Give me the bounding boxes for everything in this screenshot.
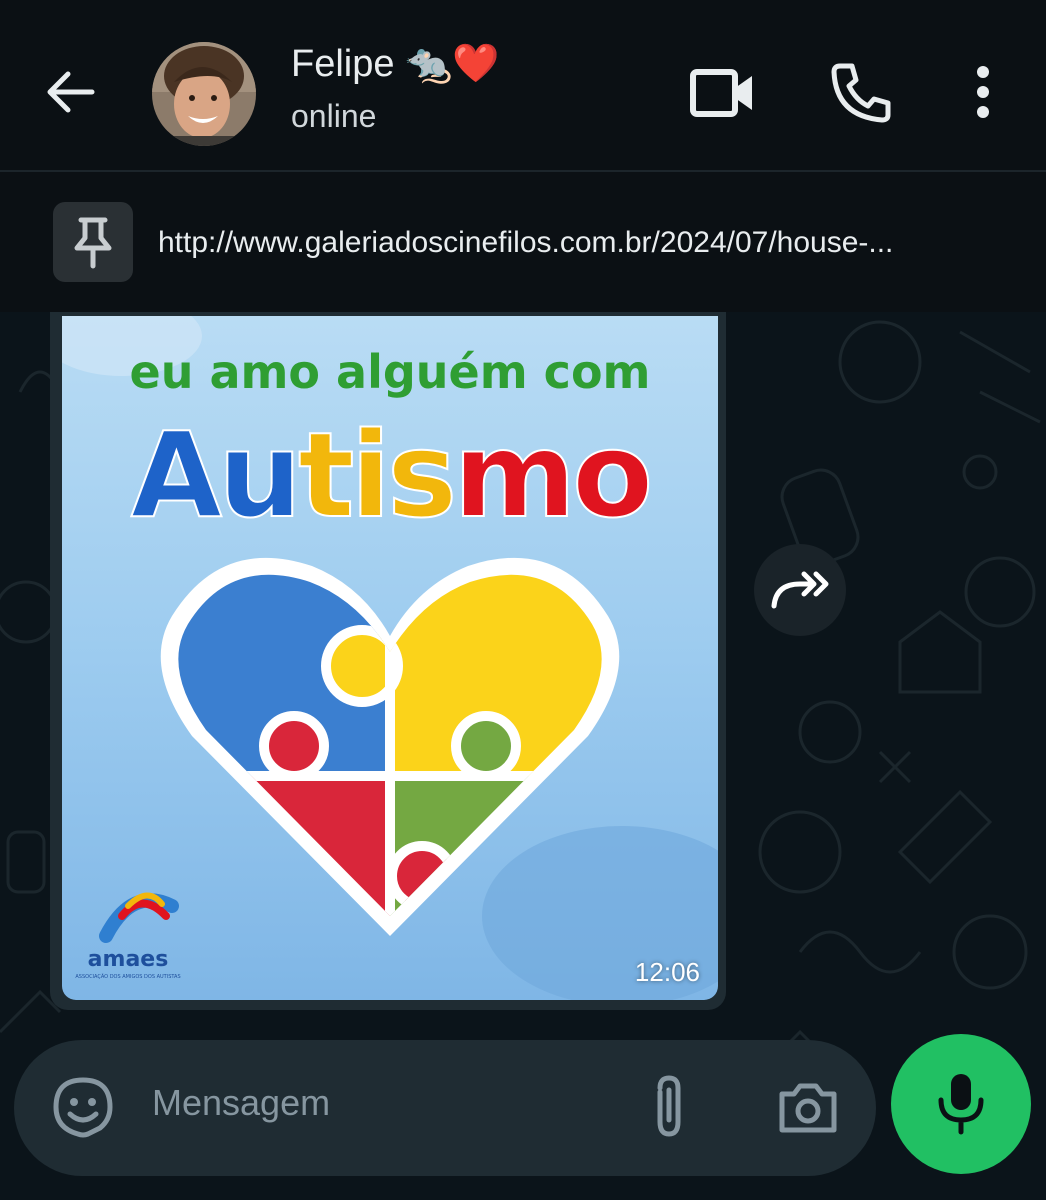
- arrow-left-icon[interactable]: [40, 62, 100, 122]
- svg-text:ASSOCIAÇÃO DOS AMIGOS DOS AUTI: ASSOCIAÇÃO DOS AMIGOS DOS AUTISTAS: [75, 973, 180, 980]
- contact-name[interactable]: Felipe 🐀❤️: [291, 42, 500, 86]
- image-word-autismo: Autismo: [131, 406, 649, 544]
- video-camera-icon[interactable]: [688, 58, 758, 128]
- camera-icon[interactable]: [776, 1076, 840, 1140]
- message-image[interactable]: eu amo alguém com Autismo amaes ASSOCIAÇ…: [62, 316, 718, 1000]
- avatar[interactable]: [152, 42, 256, 146]
- more-vertical-icon[interactable]: [948, 58, 1018, 128]
- word-part-tis: tis: [298, 406, 453, 544]
- microphone-icon: [931, 1070, 991, 1138]
- message-composer[interactable]: [14, 1040, 876, 1176]
- message-input[interactable]: Mensagem: [152, 1082, 330, 1124]
- contact-status: online: [291, 98, 377, 134]
- mic-button[interactable]: [891, 1034, 1031, 1174]
- word-part-au: Au: [131, 406, 298, 544]
- svg-text:amaes: amaes: [88, 947, 169, 972]
- chat-header: Felipe 🐀❤️ online: [0, 0, 1046, 170]
- word-part-mo: mo: [453, 406, 649, 544]
- message-timestamp: 12:06: [634, 957, 700, 987]
- forward-icon[interactable]: [754, 544, 846, 636]
- phone-icon[interactable]: [826, 58, 896, 128]
- paperclip-icon[interactable]: [646, 1072, 692, 1142]
- image-headline: eu amo alguém com: [130, 345, 651, 399]
- pin-icon[interactable]: [53, 202, 133, 282]
- sticker-icon[interactable]: [50, 1074, 116, 1140]
- pinned-link-text[interactable]: http://www.galeriadoscinefilos.com.br/20…: [158, 226, 1024, 260]
- pinned-message-bar[interactable]: http://www.galeriadoscinefilos.com.br/20…: [0, 172, 1046, 312]
